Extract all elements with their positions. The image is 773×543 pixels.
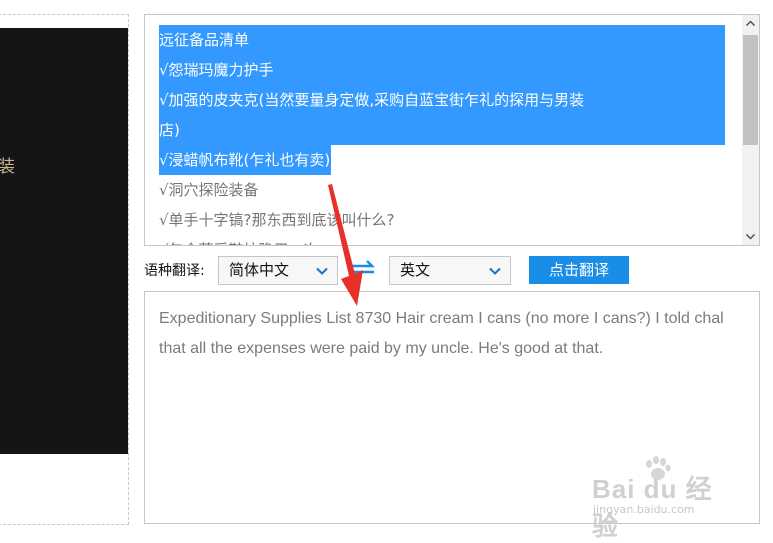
red-arrow-annotation — [328, 184, 363, 306]
source-language-value: 简体中文 — [229, 261, 290, 279]
target-language-select[interactable]: 英文 — [389, 256, 511, 285]
source-line-row: √单手十字镐?那东西到底该叫什么? — [159, 205, 724, 235]
source-line-row: √加强的皮夹克(当然要量身定做,采购自蓝宝街乍礼的探用与男装 — [159, 85, 725, 115]
source-text-area[interactable]: 远征备品清单 √怨瑞玛魔力护手 √加强的皮夹克(当然要量身定做,采购自蓝宝街乍礼的探… — [144, 14, 760, 246]
source-line: √包含蓝采鞋拉隐用一次 — [159, 235, 320, 245]
source-line-row: √浸蜡帆布靴(乍礼也有卖) — [159, 145, 724, 175]
language-label: 语种翻译: — [144, 263, 205, 279]
source-line-row: √怨瑞玛魔力护手 — [159, 55, 725, 85]
source-line: √加强的皮夹克(当然要量身定做,采购自蓝宝街乍礼的探用与男装 — [159, 85, 725, 115]
source-line-row: 店) — [159, 115, 725, 145]
watermark-url: jingyan.baidu.com — [593, 503, 695, 516]
source-line-row: √洞穴探险装备 — [159, 175, 724, 205]
scroll-thumb[interactable] — [743, 35, 758, 145]
scroll-up-icon[interactable] — [742, 15, 759, 32]
chevron-down-icon — [489, 267, 501, 275]
source-language-select[interactable]: 简体中文 — [218, 256, 338, 285]
target-language-value: 英文 — [400, 261, 431, 279]
source-line-row: 远征备品清单 — [159, 25, 725, 55]
source-line-row: √包含蓝采鞋拉隐用一次 — [159, 235, 724, 245]
scrollbar[interactable] — [742, 15, 759, 245]
translate-button[interactable]: 点击翻译 — [529, 256, 629, 284]
translation-output-text: Expeditionary Supplies List 8730 Hair cr… — [159, 310, 724, 357]
partial-text: 装 — [0, 157, 15, 177]
source-line: √洞穴探险装备 — [159, 181, 259, 199]
baidu-watermark: Bai du 经验 jingyan.baidu.com — [590, 455, 730, 541]
source-text-lines: 远征备品清单 √怨瑞玛魔力护手 √加强的皮夹克(当然要量身定做,采购自蓝宝街乍礼的探… — [159, 25, 725, 245]
source-line: √浸蜡帆布靴(乍礼也有卖) — [159, 145, 332, 175]
scroll-down-icon[interactable] — [742, 228, 759, 245]
source-line: √怨瑞玛魔力护手 — [159, 55, 725, 85]
source-line: 店) — [159, 115, 725, 145]
source-line: 远征备品清单 — [159, 25, 725, 55]
dark-image-panel — [0, 28, 128, 454]
